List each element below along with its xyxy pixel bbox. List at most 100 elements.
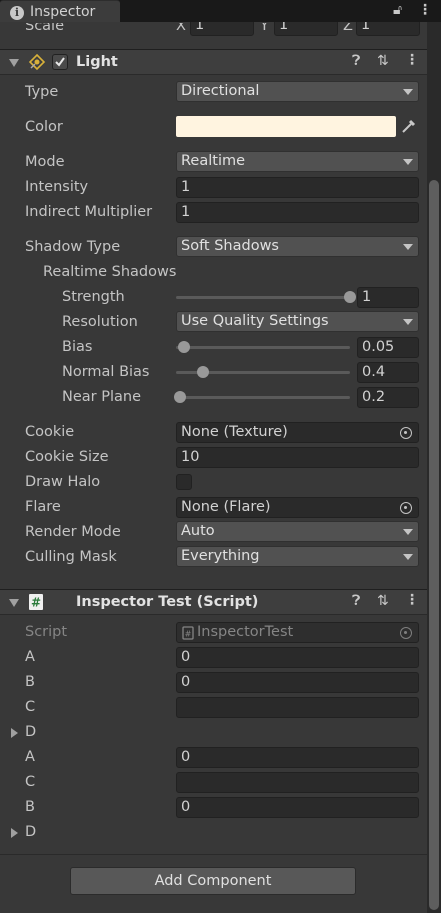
kebab-menu-icon[interactable]: ⋮ xyxy=(418,2,432,18)
foldout-arrow-icon[interactable] xyxy=(9,599,19,607)
field-d-label[interactable]: D xyxy=(25,724,36,740)
script-value: InspectorTest xyxy=(197,624,294,640)
near-plane-label: Near Plane xyxy=(62,389,141,405)
cookie-field[interactable]: None (Texture) xyxy=(176,422,419,443)
field-b2-label: B xyxy=(25,799,35,815)
light-component-header[interactable]: Light ❓︎ ⇅ ⋮ xyxy=(0,49,427,75)
strength-slider-knob[interactable] xyxy=(344,291,356,303)
field-c-input[interactable] xyxy=(176,697,419,718)
near-plane-field[interactable]: 0.2 xyxy=(357,387,419,408)
render-mode-dropdown[interactable]: Auto xyxy=(176,521,419,542)
render-mode-label: Render Mode xyxy=(25,524,121,540)
field-a-label: A xyxy=(25,649,35,665)
normal-bias-slider-knob[interactable] xyxy=(196,366,209,378)
realtime-shadows-label: Realtime Shadows xyxy=(43,264,177,280)
help-icon[interactable]: ❓︎ xyxy=(352,53,360,69)
dropdown-arrow-icon xyxy=(403,529,413,535)
flare-field[interactable]: None (Flare) xyxy=(176,497,419,518)
field-c2-label: C xyxy=(25,774,36,790)
type-dropdown[interactable]: Directional xyxy=(176,81,419,102)
field-a-input[interactable]: 0 xyxy=(176,647,419,668)
foldout-collapsed-icon[interactable] xyxy=(11,728,18,738)
tab-inspector[interactable]: i Inspector xyxy=(0,0,120,24)
add-component-button[interactable]: Add Component xyxy=(70,867,356,895)
script-field: # InspectorTest xyxy=(176,622,419,643)
render-mode-value: Auto xyxy=(181,523,215,539)
dropdown-arrow-icon xyxy=(403,159,413,165)
culling-mask-value: Everything xyxy=(181,548,260,564)
lock-icon[interactable]: 🔓︎ xyxy=(393,2,402,18)
near-plane-slider-knob[interactable] xyxy=(174,391,186,403)
light-enabled-checkbox[interactable] xyxy=(52,54,68,70)
field-c2-input[interactable] xyxy=(176,772,419,793)
mode-dropdown[interactable]: Realtime xyxy=(176,151,419,172)
presets-icon[interactable]: ⇅ xyxy=(377,53,389,69)
object-picker-icon[interactable] xyxy=(400,427,412,439)
field-b-label: B xyxy=(25,674,35,690)
normal-bias-field[interactable]: 0.4 xyxy=(357,362,419,383)
field-c-label: C xyxy=(25,699,36,715)
strength-field[interactable]: 1 xyxy=(357,287,419,308)
divider xyxy=(0,854,427,855)
shadow-type-label: Shadow Type xyxy=(25,239,121,255)
flare-value: None (Flare) xyxy=(181,499,271,515)
resolution-value: Use Quality Settings xyxy=(181,313,329,329)
cookie-size-label: Cookie Size xyxy=(25,449,109,465)
svg-text:#: # xyxy=(185,630,192,639)
script-file-icon: # xyxy=(182,626,194,640)
cookie-size-field[interactable]: 10 xyxy=(176,447,419,468)
field-a2-label: A xyxy=(25,749,35,765)
script-title: Inspector Test (Script) xyxy=(76,594,259,610)
info-icon: i xyxy=(10,6,24,20)
shadow-type-value: Soft Shadows xyxy=(181,238,279,254)
light-title: Light xyxy=(76,54,118,70)
type-value: Directional xyxy=(181,83,260,99)
component-menu-icon[interactable]: ⋮ xyxy=(405,52,419,68)
shadow-type-dropdown[interactable]: Soft Shadows xyxy=(176,236,419,257)
indirect-multiplier-label: Indirect Multiplier xyxy=(25,204,153,220)
bias-slider-track[interactable] xyxy=(176,346,350,349)
resolution-label: Resolution xyxy=(62,314,138,330)
color-label: Color xyxy=(25,119,63,135)
script-label: Script xyxy=(25,624,68,640)
dropdown-arrow-icon xyxy=(403,319,413,325)
dropdown-arrow-icon xyxy=(403,89,413,95)
resolution-dropdown[interactable]: Use Quality Settings xyxy=(176,311,419,332)
intensity-field[interactable]: 1 xyxy=(176,177,419,198)
field-b2-input[interactable]: 0 xyxy=(176,797,419,818)
script-icon: # xyxy=(29,594,43,610)
field-b-input[interactable]: 0 xyxy=(176,672,419,693)
script-component-header[interactable]: # Inspector Test (Script) ❓︎ ⇅ ⋮ xyxy=(0,589,427,615)
field-d2-label[interactable]: D xyxy=(25,824,36,840)
checkmark-icon xyxy=(55,57,65,67)
indirect-multiplier-field[interactable]: 1 xyxy=(176,202,419,223)
intensity-label: Intensity xyxy=(25,179,89,195)
culling-mask-label: Culling Mask xyxy=(25,549,117,565)
bias-label: Bias xyxy=(62,339,93,355)
component-menu-icon[interactable]: ⋮ xyxy=(405,592,419,608)
culling-mask-dropdown[interactable]: Everything xyxy=(176,546,419,567)
flare-label: Flare xyxy=(25,499,61,515)
dropdown-arrow-icon xyxy=(403,554,413,560)
cookie-label: Cookie xyxy=(25,424,75,440)
field-a2-input[interactable]: 0 xyxy=(176,747,419,768)
mode-label: Mode xyxy=(25,154,65,170)
foldout-collapsed-icon[interactable] xyxy=(11,828,18,838)
object-picker-icon xyxy=(400,627,412,639)
object-picker-icon[interactable] xyxy=(400,502,412,514)
bias-field[interactable]: 0.05 xyxy=(357,337,419,358)
draw-halo-label: Draw Halo xyxy=(25,474,101,490)
type-label: Type xyxy=(25,84,59,100)
strength-slider-track[interactable] xyxy=(176,296,346,299)
svg-text:#: # xyxy=(31,596,41,610)
near-plane-slider-track[interactable] xyxy=(176,396,350,399)
scrollbar-thumb[interactable] xyxy=(429,180,439,910)
light-icon xyxy=(28,53,46,71)
cookie-value: None (Texture) xyxy=(181,424,288,440)
eyedropper-icon[interactable] xyxy=(400,117,418,135)
foldout-arrow-icon[interactable] xyxy=(9,59,19,67)
draw-halo-checkbox[interactable] xyxy=(176,474,192,490)
presets-icon[interactable]: ⇅ xyxy=(377,593,389,609)
help-icon[interactable]: ❓︎ xyxy=(352,593,360,609)
color-swatch[interactable] xyxy=(176,116,396,137)
